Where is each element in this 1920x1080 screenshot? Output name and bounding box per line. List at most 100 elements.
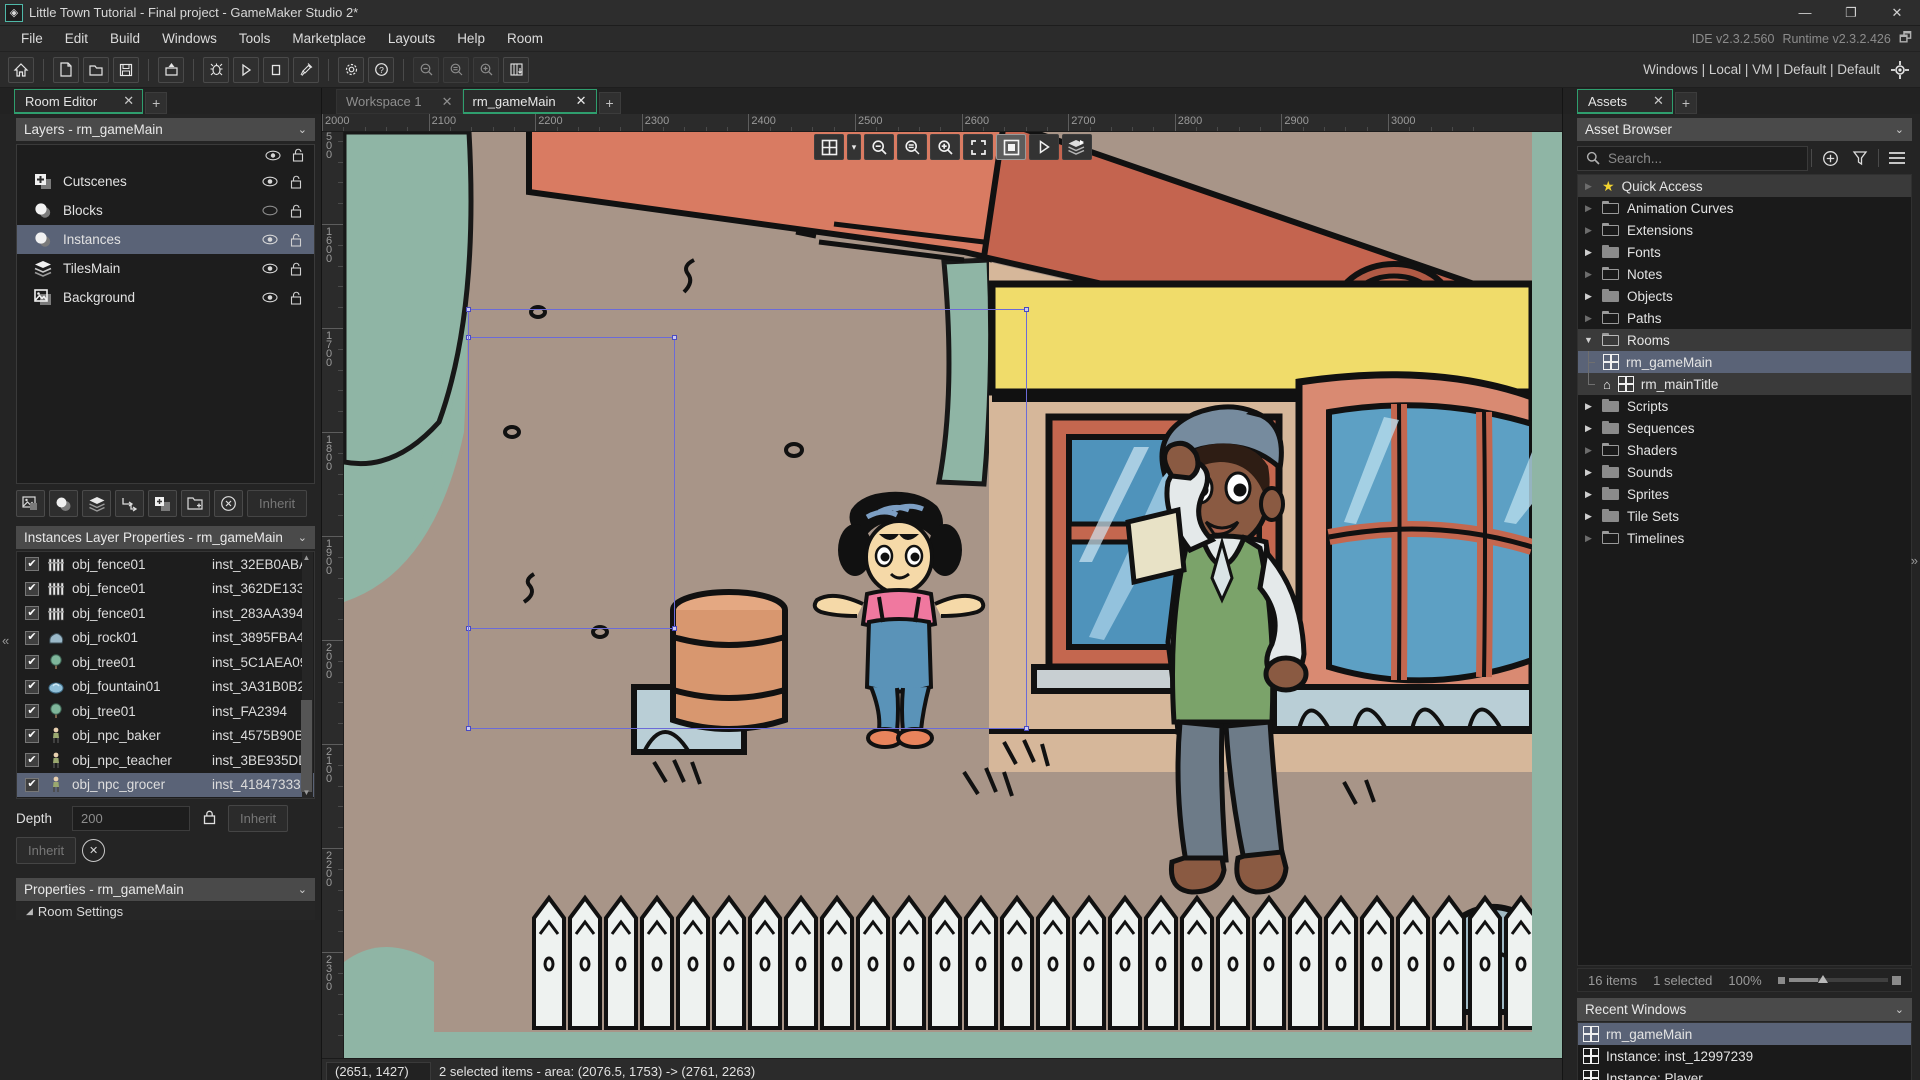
resize-handle-se[interactable] [1024,726,1029,731]
instance-checkbox[interactable]: ✔ [25,630,39,645]
instance-checkbox[interactable]: ✔ [25,753,39,768]
add-instance-layer-button[interactable] [49,490,78,517]
collapse-left-panel-icon[interactable]: « [2,633,9,648]
add-asset-icon[interactable] [1815,146,1845,171]
scroll-up-arrow[interactable]: ▲ [301,552,312,563]
add-asset-layer-button[interactable] [148,490,177,517]
eye-icon[interactable] [262,176,278,187]
selection-box-grocer[interactable] [466,307,1029,731]
search-input[interactable]: Search... [1577,145,1808,171]
instance-checkbox[interactable]: ✔ [25,679,39,694]
scroll-down-arrow[interactable]: ▼ [301,787,312,798]
asset-tree-node-quick-access[interactable]: ▶ ★ Quick Access [1578,175,1911,197]
notifications-icon[interactable]: 🗗 [1899,27,1912,51]
asset-tree-node-rm-maintitle[interactable]: ⌂ rm_mainTitle [1578,373,1911,395]
chevron-right-icon[interactable]: ▶ [1582,467,1595,478]
home-icon[interactable] [8,56,34,83]
chevron-right-icon[interactable]: ▶ [1582,401,1595,412]
play-room-icon[interactable] [1029,134,1059,160]
delete-layer-button[interactable] [214,490,243,517]
lock-icon[interactable] [288,262,304,276]
resize-handle-nw[interactable] [466,307,471,312]
recent-windows-list[interactable]: rm_gameMain Instance: inst_12997239 Instan… [1577,1022,1912,1080]
depth-input[interactable]: 200 [72,806,190,831]
close-button[interactable]: ✕ [1874,0,1920,26]
target-settings-icon[interactable] [1888,58,1912,82]
asset-tree-node-sprites[interactable]: ▶ Sprites [1578,483,1911,505]
chevron-right-icon[interactable]: ▶ [1582,511,1595,522]
layer-row-instances[interactable]: Instances [17,225,314,254]
asset-tree[interactable]: ▶ ★ Quick Access ▶ Animation Curves ▶ Extensio… [1577,174,1912,966]
instance-checkbox[interactable]: ✔ [25,557,39,572]
add-folder-button[interactable] [181,490,210,517]
help-icon[interactable]: ? [368,56,394,83]
lock-icon[interactable] [292,148,304,165]
eye-icon[interactable] [265,149,281,164]
add-tab-button[interactable]: + [1674,92,1697,114]
asset-tree-node-shaders[interactable]: ▶ Shaders [1578,439,1911,461]
asset-tree-node-tile-sets[interactable]: ▶ Tile Sets [1578,505,1911,527]
collapse-right-panel-icon[interactable]: » [1911,553,1918,568]
depth-inherit-button[interactable]: Inherit [228,805,289,832]
chevron-right-icon[interactable]: ▶ [1582,203,1595,214]
instance-row[interactable]: ✔ obj_fountain01 inst_3A31B0B2 [17,675,314,700]
asset-tree-node-objects[interactable]: ▶ Objects [1578,285,1911,307]
zoom-knob[interactable] [1818,975,1829,983]
menu-help[interactable]: Help [446,28,496,49]
asset-tree-node-timelines[interactable]: ▶ Timelines [1578,527,1911,549]
instances-scrollbar[interactable]: ▲ ▼ [301,552,313,798]
layer-row-blocks[interactable]: Blocks [17,196,314,225]
tab-workspace-1[interactable]: Workspace 1 ✕ [336,89,463,114]
asset-tree-node-paths[interactable]: ▶ Paths [1578,307,1911,329]
zoom-reset-icon[interactable] [897,134,927,160]
instance-row[interactable]: ✔ obj_npc_baker inst_4575B90B [17,724,314,749]
lock-icon[interactable] [288,233,304,247]
asset-tree-node-sounds[interactable]: ▶ Sounds [1578,461,1911,483]
menu-hamburger-icon[interactable] [1882,146,1912,171]
layers-section-header[interactable]: Layers - rm_gameMain ⌄ [16,118,315,141]
asset-tree-node-scripts[interactable]: ▶ Scripts [1578,395,1911,417]
resize-handle-ne[interactable] [1024,307,1029,312]
menu-file[interactable]: File [10,28,54,49]
close-icon[interactable]: ✕ [442,94,453,110]
layer-visibility-icon[interactable] [1062,134,1092,160]
asset-browser-header[interactable]: Asset Browser ⌄ [1577,118,1912,141]
build-target-label[interactable]: Windows | Local | VM | Default | Default [1643,62,1880,77]
filter-icon[interactable] [1845,146,1875,171]
clean-icon[interactable] [293,56,319,83]
preferences-gear-icon[interactable] [338,56,364,83]
chevron-right-icon[interactable]: ▶ [1582,533,1595,544]
close-icon[interactable]: ✕ [123,93,134,109]
lock-icon[interactable] [288,204,304,218]
instance-row[interactable]: ✔ obj_npc_teacher inst_3BE935DD [17,748,314,773]
close-icon[interactable]: ✕ [576,93,587,109]
asset-tree-node-rm-gamemain[interactable]: rm_gameMain [1578,351,1911,373]
chevron-down-icon[interactable]: ▼ [1582,335,1595,345]
instance-row[interactable]: ✔ obj_fence01 inst_362DE133 [17,577,314,602]
menu-room[interactable]: Room [496,28,554,49]
chevron-right-icon[interactable]: ▶ [1582,423,1595,434]
save-icon[interactable] [113,56,139,83]
zoom-out-icon[interactable] [864,134,894,160]
add-tab-button[interactable]: + [145,92,168,114]
layout-icon[interactable] [503,56,529,83]
room-canvas[interactable]: ▾ [344,132,1562,1058]
tab-assets[interactable]: Assets ✕ [1577,89,1673,114]
import-icon[interactable] [158,56,184,83]
instance-row[interactable]: ✔ obj_tree01 inst_FA2394 [17,699,314,724]
grid-toggle-icon[interactable] [814,134,844,160]
tab-room-editor[interactable]: Room Editor ✕ [14,89,144,114]
lock-icon[interactable] [288,291,304,305]
recent-windows-header[interactable]: Recent Windows ⌄ [1577,998,1912,1021]
zoom-track[interactable] [1788,975,1888,983]
instance-row[interactable]: ✔ obj_tree01 inst_5C1AEA09 [17,650,314,675]
menu-build[interactable]: Build [99,28,151,49]
eye-icon[interactable] [262,292,278,303]
run-icon[interactable] [233,56,259,83]
fit-to-view-icon[interactable] [963,134,993,160]
asset-tree-node-extensions[interactable]: ▶ Extensions [1578,219,1911,241]
recent-window-item[interactable]: Instance: Player [1578,1067,1911,1080]
tab-rm-gamemain[interactable]: rm_gameMain ✕ [462,89,597,114]
chevron-right-icon[interactable]: ▶ [1582,445,1595,456]
asset-tree-node-rooms[interactable]: ▼ Rooms [1578,329,1911,351]
